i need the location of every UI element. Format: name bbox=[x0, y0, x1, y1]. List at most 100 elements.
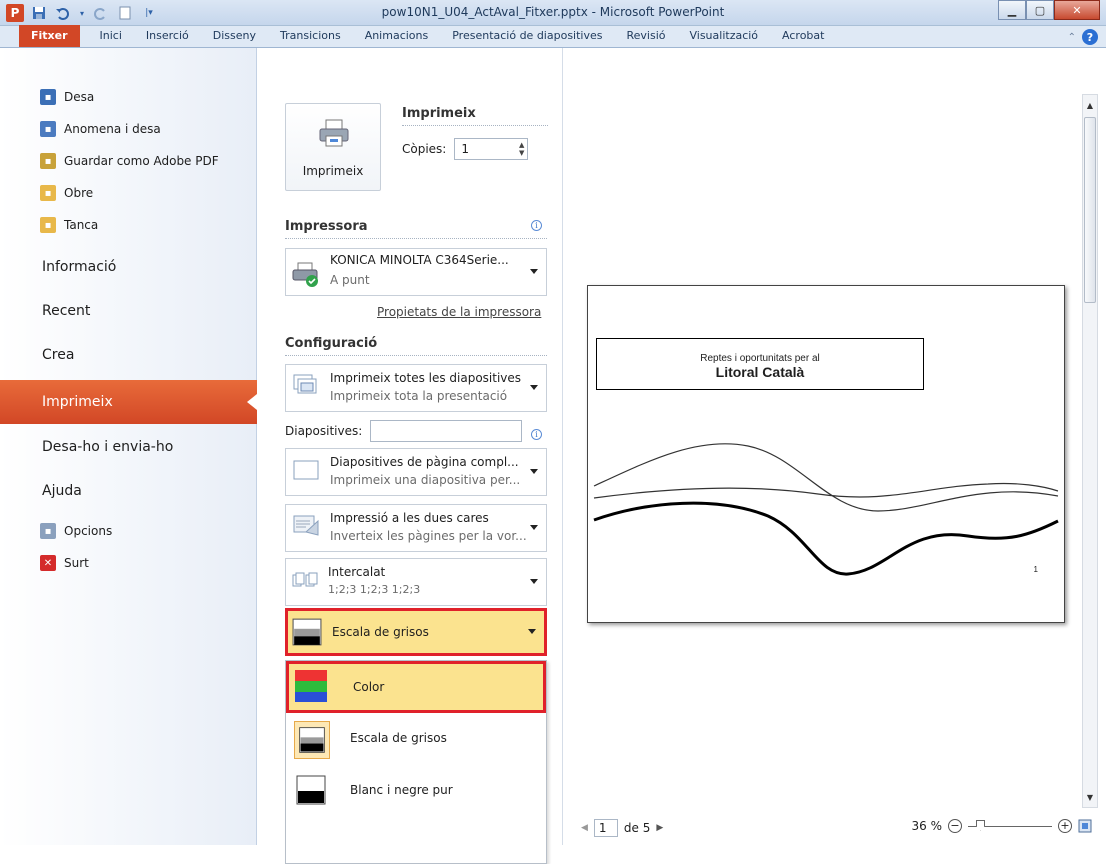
close-button[interactable]: ✕ bbox=[1054, 0, 1100, 20]
color-option-black-white[interactable]: Blanc i negre pur bbox=[286, 765, 546, 817]
page-navigator: ◀ 1 de 5 ▶ bbox=[581, 819, 663, 837]
tab-view[interactable]: Visualització bbox=[677, 25, 770, 47]
scroll-down-icon[interactable]: ▼ bbox=[1083, 789, 1097, 805]
tab-file[interactable]: Fitxer bbox=[19, 25, 80, 47]
ribbon-tabs: Fitxer Inici Inserció Disseny Transicion… bbox=[0, 25, 1106, 48]
layout-main: Diapositives de pàgina compl... bbox=[330, 455, 519, 469]
previous-page-icon[interactable]: ◀ bbox=[581, 823, 588, 833]
next-page-icon[interactable]: ▶ bbox=[656, 823, 663, 833]
collate-main: Intercalat bbox=[328, 565, 386, 579]
nav-save-as-label: Anomena i desa bbox=[64, 122, 161, 136]
save-icon: ▪ bbox=[40, 89, 56, 105]
collate-dropdown[interactable]: Intercalat 1;2;3 1;2;3 1;2;3 bbox=[285, 558, 547, 606]
nav-save-adobe-pdf-label: Guardar como Adobe PDF bbox=[64, 154, 219, 168]
preview-scrollbar[interactable]: ▲ ▼ bbox=[1082, 94, 1098, 808]
grayscale-icon bbox=[294, 721, 330, 759]
full-page-slide-icon bbox=[293, 460, 319, 480]
slide-number: 1 bbox=[1033, 565, 1038, 574]
printer-dropdown[interactable]: KONICA MINOLTA C364Serie... A punt bbox=[285, 248, 547, 296]
tab-transitions[interactable]: Transicions bbox=[268, 25, 353, 47]
nav-help[interactable]: Ajuda bbox=[0, 476, 257, 506]
duplex-sub: Inverteix les pàgines per la vor... bbox=[330, 529, 527, 543]
tab-design[interactable]: Disseny bbox=[201, 25, 268, 47]
nav-save-as[interactable]: ▪ Anomena i desa bbox=[40, 118, 161, 140]
nav-save[interactable]: ▪ Desa bbox=[40, 86, 94, 108]
black-white-icon bbox=[296, 775, 326, 805]
print-button[interactable]: Imprimeix bbox=[285, 103, 381, 191]
layout-dropdown[interactable]: Diapositives de pàgina compl... Imprimei… bbox=[285, 448, 547, 496]
print-range-dropdown[interactable]: Imprimeix totes les diapositives Imprime… bbox=[285, 364, 547, 412]
nav-recent[interactable]: Recent bbox=[0, 296, 257, 326]
slide-title: Litoral Català bbox=[715, 364, 805, 380]
nav-exit[interactable]: ✕ Surt bbox=[40, 552, 89, 574]
duplex-main: Impressió a les dues cares bbox=[330, 511, 489, 525]
nav-new[interactable]: Crea bbox=[0, 340, 257, 370]
tab-animations[interactable]: Animacions bbox=[353, 25, 441, 47]
slides-label: Diapositives: bbox=[285, 424, 363, 438]
adobe-pdf-icon: ▪ bbox=[40, 153, 56, 169]
zoom-level[interactable]: 36 % bbox=[912, 819, 943, 833]
chevron-down-icon bbox=[530, 385, 538, 390]
duplex-print-icon bbox=[293, 515, 319, 536]
zoom-slider[interactable] bbox=[968, 819, 1052, 831]
nav-save-send[interactable]: Desa-ho i envia-ho bbox=[0, 432, 257, 462]
backstage-nav: ▪ Desa ▪ Anomena i desa ▪ Guardar como A… bbox=[0, 48, 257, 845]
maximize-button[interactable]: ▢ bbox=[1026, 0, 1054, 20]
minimize-ribbon-icon[interactable]: ⌃ bbox=[1068, 32, 1076, 43]
minimize-button[interactable]: ▁ bbox=[998, 0, 1026, 20]
fit-to-page-icon[interactable] bbox=[1078, 819, 1092, 833]
tab-slide-show[interactable]: Presentació de diapositives bbox=[440, 25, 614, 47]
zoom-slider-thumb[interactable] bbox=[976, 819, 985, 831]
color-options-menu: Color Escala de grisos Blanc i negre pur bbox=[285, 660, 547, 864]
slide-subtitle: Reptes i oportunitats per al bbox=[700, 353, 820, 364]
color-option-color[interactable]: Color bbox=[286, 661, 546, 713]
color-option-label: Color bbox=[353, 680, 385, 694]
print-range-sub: Imprimeix tota la presentació bbox=[330, 389, 508, 403]
scroll-up-icon[interactable]: ▲ bbox=[1083, 97, 1097, 113]
printer-info-icon[interactable]: i bbox=[531, 220, 542, 231]
slides-row: Diapositives: bbox=[285, 420, 523, 442]
nav-close[interactable]: ▪ Tanca bbox=[40, 214, 98, 236]
settings-heading: Configuració bbox=[285, 336, 378, 351]
printer-properties-link[interactable]: Propietats de la impressora bbox=[377, 305, 541, 319]
help-icon[interactable]: ? bbox=[1082, 29, 1098, 45]
color-dropdown[interactable]: Escala de grisos bbox=[285, 608, 547, 656]
nav-info[interactable]: Informació bbox=[0, 252, 257, 282]
grayscale-icon bbox=[292, 618, 322, 646]
nav-open[interactable]: ▪ Obre bbox=[40, 182, 93, 204]
tab-acrobat[interactable]: Acrobat bbox=[770, 25, 836, 47]
divider bbox=[402, 125, 548, 126]
tab-home[interactable]: Inici bbox=[88, 25, 134, 47]
slides-input[interactable] bbox=[370, 420, 523, 442]
tab-insert[interactable]: Inserció bbox=[134, 25, 201, 47]
slides-info-icon[interactable]: i bbox=[531, 429, 542, 440]
chevron-down-icon bbox=[530, 269, 538, 274]
slide-preview: Reptes i oportunitats per al Litoral Cat… bbox=[587, 285, 1065, 623]
divider bbox=[285, 238, 547, 239]
zoom-in-icon[interactable]: + bbox=[1058, 819, 1072, 833]
print-settings-panel: Imprimeix Imprimeix Còpies: 1 ▲ ▼ Impress… bbox=[257, 48, 563, 864]
nav-save-adobe-pdf[interactable]: ▪ Guardar como Adobe PDF bbox=[40, 150, 219, 172]
nav-print[interactable]: Imprimeix bbox=[0, 380, 257, 424]
color-option-label: Escala de grisos bbox=[350, 731, 447, 745]
print-button-label: Imprimeix bbox=[302, 164, 364, 178]
copies-spinner[interactable]: ▲ ▼ bbox=[519, 141, 524, 157]
nav-options[interactable]: ▪ Opcions bbox=[40, 520, 112, 542]
duplex-dropdown[interactable]: Impressió a les dues cares Inverteix les… bbox=[285, 504, 547, 552]
zoom-out-icon[interactable]: − bbox=[948, 819, 962, 833]
chevron-down-icon bbox=[530, 525, 538, 530]
tab-review[interactable]: Revisió bbox=[614, 25, 677, 47]
nav-exit-label: Surt bbox=[64, 556, 89, 570]
page-number-input[interactable]: 1 bbox=[593, 819, 618, 837]
scrollbar-thumb[interactable] bbox=[1084, 117, 1096, 303]
open-folder-icon: ▪ bbox=[40, 185, 56, 201]
options-icon: ▪ bbox=[40, 523, 56, 539]
chevron-down-icon bbox=[528, 629, 536, 634]
collate-icon bbox=[292, 572, 318, 587]
chevron-down-icon bbox=[530, 579, 538, 584]
copies-input[interactable]: 1 ▲ ▼ bbox=[454, 138, 529, 160]
printer-icon bbox=[319, 119, 349, 147]
nav-options-label: Opcions bbox=[64, 524, 113, 538]
color-option-grayscale[interactable]: Escala de grisos bbox=[286, 713, 546, 765]
zoom-control: 36 % − + bbox=[912, 819, 1093, 833]
